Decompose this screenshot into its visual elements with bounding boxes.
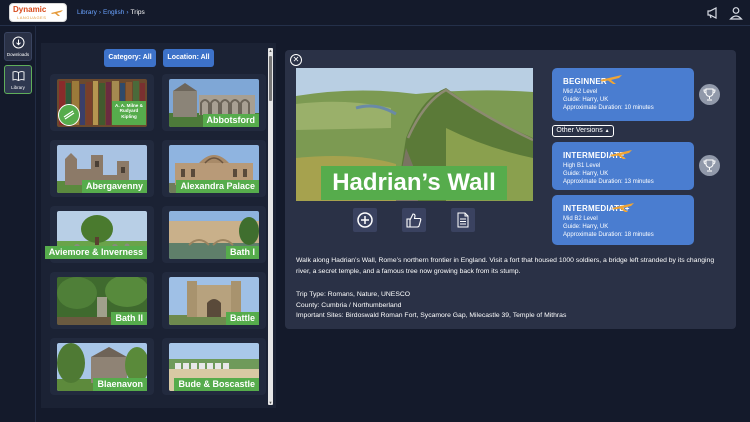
scroll-thumb[interactable]	[269, 56, 272, 101]
trip-card-bath-i[interactable]: Bath I	[162, 206, 266, 263]
trip-card-label: Bath II	[111, 312, 147, 325]
plane-icon	[612, 203, 634, 212]
trip-list-scrollbar[interactable]: ▲ ▼	[268, 48, 273, 405]
trip-card-label: Alexandra Palace	[176, 180, 259, 193]
level-cefr: Mid A2 Level	[563, 89, 598, 95]
logo-text: Dynamic	[13, 5, 47, 14]
breadcrumb-english[interactable]: English	[103, 9, 124, 16]
trip-card-label: Abergavenny	[81, 180, 147, 193]
trip-card-label: Aviemore & Inverness	[44, 246, 147, 259]
document-icon	[457, 212, 469, 228]
trip-card-aviemore-inverness[interactable]: Aviemore & Inverness	[44, 206, 154, 263]
level-card-intermediate[interactable]: INTERMEDIATE High B1 Level Guide: Harry,…	[552, 142, 694, 190]
like-button[interactable]	[402, 208, 426, 232]
category-filter-button[interactable]: Category: All	[104, 49, 156, 67]
add-button[interactable]	[353, 208, 377, 232]
trophy-button[interactable]	[699, 155, 720, 176]
breadcrumb-trips: Trips	[130, 9, 145, 16]
trip-card-label: Bude & Boscastle	[174, 378, 259, 391]
user-icon[interactable]	[729, 6, 743, 20]
sidebar-item-library[interactable]: Library	[4, 65, 32, 94]
level-duration: Approximate Duration: 10 minutes	[563, 105, 654, 111]
trip-card-label: Abbotsford	[202, 114, 259, 127]
trip-card-alexandra-palace[interactable]: Alexandra Palace	[162, 140, 266, 197]
thumbs-up-icon	[406, 213, 422, 228]
trip-title: Hadrian’s Wall	[321, 166, 507, 200]
download-icon	[12, 36, 25, 49]
megaphone-icon[interactable]	[706, 6, 720, 20]
trip-card-blaenavon[interactable]: Blaenavon	[50, 338, 154, 395]
trip-card-label: Battle	[225, 312, 259, 325]
other-versions-label: Other Versions	[556, 127, 603, 134]
trip-county: County: Cumbria / Northumberland	[296, 302, 402, 309]
trip-card-abergavenny[interactable]: Abergavenny	[50, 140, 154, 197]
scroll-down-icon[interactable]: ▼	[268, 400, 273, 405]
trip-type: Trip Type: Romans, Nature, UNESCO	[296, 291, 411, 298]
breadcrumb-separator: ›	[98, 9, 102, 16]
trip-important-sites: Important Sites: Birdoswald Roman Fort, …	[296, 312, 567, 319]
level-duration: Approximate Duration: 18 minutes	[563, 232, 654, 238]
add-icon	[357, 212, 373, 228]
level-cefr: Mid B2 Level	[563, 216, 598, 222]
trip-card-bude-boscastle[interactable]: Bude & Boscastle	[162, 338, 266, 395]
trophy-button[interactable]	[699, 84, 720, 105]
trip-card-authors[interactable]: A. A. Milne & Rudyard Kipling	[50, 74, 154, 131]
level-guide: Guide: Harry, UK	[563, 224, 609, 230]
logo-subtext: LANGUAGES	[17, 15, 47, 20]
trip-card-label: Bath I	[225, 246, 259, 259]
plane-icon	[610, 150, 632, 159]
trophy-icon	[703, 159, 716, 172]
trip-card-label: Blaenavon	[93, 378, 147, 391]
logo[interactable]: Dynamic LANGUAGES	[9, 3, 67, 22]
sidebar: Downloads Library	[0, 26, 36, 422]
trip-card-label: A. A. Milne & Rudyard Kipling	[112, 101, 146, 125]
authors-badge-icon	[58, 104, 80, 126]
level-card-intermediate-plus[interactable]: INTERMEDIATE+ Mid B2 Level Guide: Harry,…	[552, 195, 694, 245]
notes-button[interactable]	[451, 208, 475, 232]
sidebar-item-downloads[interactable]: Downloads	[4, 32, 32, 61]
level-cefr: High B1 Level	[563, 163, 601, 169]
trophy-icon	[703, 88, 716, 101]
close-icon[interactable]: ✕	[290, 54, 302, 66]
level-guide: Guide: Harry, UK	[563, 97, 609, 103]
caret-up-icon: ▲	[604, 128, 610, 134]
breadcrumb-separator: ›	[126, 9, 129, 16]
breadcrumb: Library › English › Trips	[77, 9, 145, 16]
sidebar-item-label: Downloads	[6, 52, 30, 57]
level-card-beginner[interactable]: BEGINNER Mid A2 Level Guide: Harry, UK A…	[552, 68, 694, 121]
top-bar: Dynamic LANGUAGES Library › English › Trips	[0, 0, 750, 26]
level-duration: Approximate Duration: 13 minutes	[563, 179, 654, 185]
trip-card-abbotsford[interactable]: Abbotsford	[162, 74, 266, 131]
plane-icon	[51, 10, 63, 16]
location-filter-button[interactable]: Location: All	[163, 49, 214, 67]
breadcrumb-library[interactable]: Library	[77, 9, 97, 16]
trip-description: Walk along Hadrian’s Wall, Rome’s northe…	[296, 257, 715, 275]
plane-icon	[600, 75, 622, 84]
book-icon	[12, 71, 25, 82]
level-guide: Guide: Harry, UK	[563, 171, 609, 177]
scroll-up-icon[interactable]: ▲	[268, 48, 273, 53]
sidebar-item-label: Library	[11, 85, 25, 90]
other-versions-dropdown[interactable]: Other Versions ▲	[552, 125, 614, 137]
trip-card-bath-ii[interactable]: Bath II	[50, 272, 154, 329]
trip-card-battle[interactable]: Battle	[162, 272, 266, 329]
